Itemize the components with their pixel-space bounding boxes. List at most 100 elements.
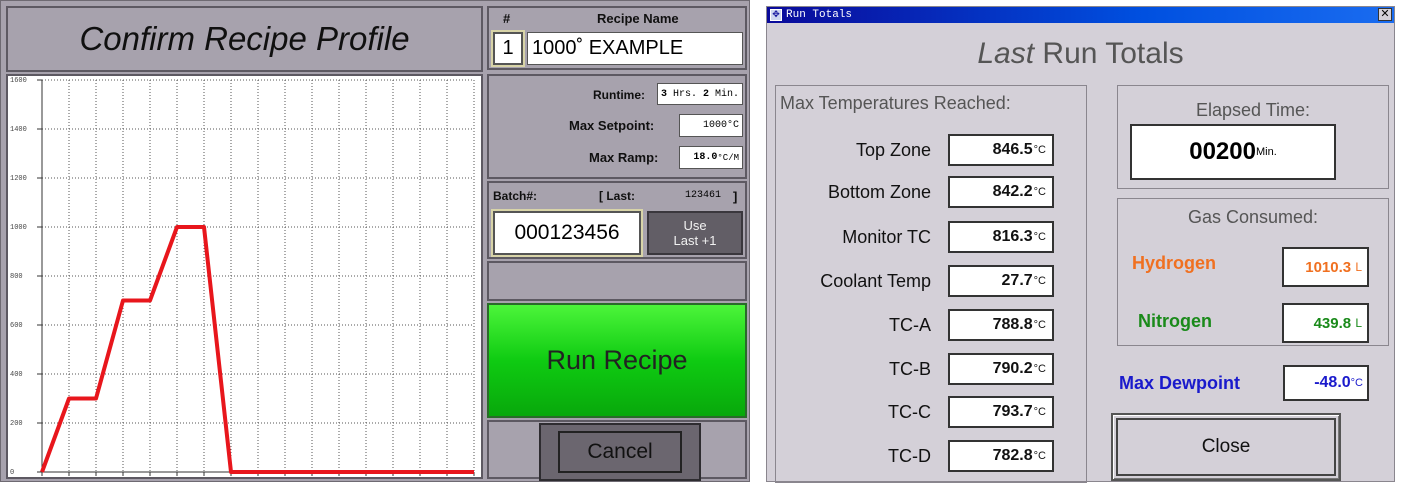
max-ramp-field: 18.0°C/M bbox=[679, 146, 743, 169]
recipe-confirm-panel: Confirm Recipe Profile 02004006008001000… bbox=[0, 0, 750, 482]
elapsed-time-value: 00200 bbox=[1189, 138, 1256, 166]
zone-value: 782.8 bbox=[993, 447, 1033, 465]
y-tick-label: 800 bbox=[10, 273, 23, 281]
runtime-hours: 3 bbox=[661, 89, 667, 100]
zone-value-field: 27.7°C bbox=[948, 265, 1054, 297]
recipe-number-field[interactable]: 1 bbox=[493, 32, 523, 65]
batch-section: Batch#: [ Last: 123461 ] 000123456 Use L… bbox=[487, 181, 747, 259]
runtime-hours-unit: Hrs. bbox=[673, 89, 697, 100]
zone-value: 788.8 bbox=[993, 316, 1033, 334]
runtime-minutes-unit: Min. bbox=[715, 89, 739, 100]
window-title: Run Totals bbox=[786, 9, 852, 21]
dewpoint-unit: °C bbox=[1351, 377, 1363, 389]
gas-consumed-panel: Gas Consumed: Hydrogen 1010.3 L Nitrogen… bbox=[1117, 198, 1389, 346]
gas-consumed-heading: Gas Consumed: bbox=[1118, 207, 1388, 228]
recipe-name-label: Recipe Name bbox=[597, 11, 679, 26]
zone-value: 793.7 bbox=[993, 403, 1033, 421]
recipe-params: Runtime: 3 Hrs. 2 Min. Max Setpoint: 100… bbox=[487, 74, 747, 179]
zone-value-field: 816.3°C bbox=[948, 221, 1054, 253]
y-tick-label: 1400 bbox=[10, 126, 27, 134]
zone-value-field: 782.8°C bbox=[948, 440, 1054, 472]
y-tick-label: 400 bbox=[10, 371, 23, 379]
spacer-panel bbox=[487, 261, 747, 301]
use-last-line1: Use bbox=[683, 218, 706, 233]
zone-value-field: 788.8°C bbox=[948, 309, 1054, 341]
hydrogen-value: 1010.3 bbox=[1305, 259, 1351, 276]
last-label: [ Last: bbox=[599, 189, 635, 203]
zone-value-field: 790.2°C bbox=[948, 353, 1054, 385]
batch-number-field[interactable]: 000123456 bbox=[493, 211, 641, 255]
nitrogen-value: 439.8 bbox=[1314, 315, 1352, 332]
run-totals-heading: Last Run Totals bbox=[767, 37, 1394, 71]
zone-value-field: 842.2°C bbox=[948, 176, 1054, 208]
max-ramp-label: Max Ramp: bbox=[589, 150, 658, 165]
temp-unit: °C bbox=[1034, 319, 1046, 331]
max-dewpoint-field: -48.0°C bbox=[1283, 365, 1369, 401]
zone-label: Coolant Temp bbox=[776, 271, 931, 292]
cancel-button[interactable]: Cancel bbox=[539, 423, 701, 481]
y-tick-label: 0 bbox=[10, 469, 14, 477]
zone-label: Monitor TC bbox=[776, 227, 931, 248]
zone-label: Top Zone bbox=[776, 140, 931, 161]
window-close-icon[interactable]: ✕ bbox=[1378, 8, 1392, 21]
zone-value: 816.3 bbox=[993, 228, 1033, 246]
run-totals-window: ✥ Run Totals ✕ Last Run Totals Max Tempe… bbox=[766, 6, 1395, 482]
gas-unit: L bbox=[1355, 260, 1362, 274]
zone-value-field: 846.5°C bbox=[948, 134, 1054, 166]
run-recipe-button[interactable]: Run Recipe bbox=[487, 303, 747, 418]
zone-label: Bottom Zone bbox=[776, 182, 931, 203]
last-value: 123461 bbox=[685, 190, 721, 201]
max-temperatures-panel: Max Temperatures Reached: Top Zone 846.5… bbox=[775, 85, 1087, 483]
close-button[interactable]: Close bbox=[1111, 413, 1341, 481]
temp-unit: °C bbox=[1034, 406, 1046, 418]
zone-label: TC-B bbox=[776, 359, 931, 380]
temp-unit: °C bbox=[1034, 275, 1046, 287]
max-ramp-unit: °C/M bbox=[717, 153, 739, 163]
hydrogen-label: Hydrogen bbox=[1132, 253, 1216, 274]
y-tick-label: 200 bbox=[10, 420, 23, 428]
runtime-label: Runtime: bbox=[593, 88, 645, 102]
temp-unit: °C bbox=[1034, 144, 1046, 156]
max-setpoint-field: 1000°C bbox=[679, 114, 743, 137]
cancel-button-label: Cancel bbox=[558, 431, 682, 473]
heading-italic-part: Last bbox=[977, 37, 1034, 70]
heading-rest: Run Totals bbox=[1042, 37, 1183, 70]
max-setpoint-label: Max Setpoint: bbox=[569, 118, 654, 133]
page-title: Confirm Recipe Profile bbox=[79, 20, 409, 58]
recipe-header: # Recipe Name 1 1000˚ EXAMPLE bbox=[487, 6, 747, 70]
elapsed-time-panel: Elapsed Time: 00200Min. bbox=[1117, 85, 1389, 189]
max-dewpoint-value: -48.0 bbox=[1314, 374, 1350, 392]
zone-value-field: 793.7°C bbox=[948, 396, 1054, 428]
elapsed-time-heading: Elapsed Time: bbox=[1118, 100, 1388, 121]
max-ramp-value: 18.0 bbox=[693, 152, 717, 163]
recipe-name-field[interactable]: 1000˚ EXAMPLE bbox=[527, 32, 743, 65]
window-titlebar[interactable]: ✥ Run Totals bbox=[767, 7, 1394, 23]
hydrogen-field: 1010.3 L bbox=[1282, 247, 1369, 287]
recipe-number-label: # bbox=[503, 11, 510, 26]
elapsed-time-unit: Min. bbox=[1256, 146, 1277, 158]
recipe-profile-chart: 02004006008001000120014001600 bbox=[6, 74, 483, 479]
zone-label: TC-A bbox=[776, 315, 931, 336]
temp-unit: °C bbox=[1034, 186, 1046, 198]
zone-value: 27.7 bbox=[1002, 272, 1033, 290]
max-temperatures-heading: Max Temperatures Reached: bbox=[780, 93, 1011, 114]
y-tick-label: 1000 bbox=[10, 224, 27, 232]
max-dewpoint-label: Max Dewpoint bbox=[1119, 373, 1240, 394]
temp-unit: °C bbox=[1034, 363, 1046, 375]
zone-value: 846.5 bbox=[993, 141, 1033, 159]
use-last-line2: Last +1 bbox=[673, 233, 716, 248]
window-move-icon: ✥ bbox=[770, 9, 782, 21]
close-button-label: Close bbox=[1116, 418, 1336, 476]
zone-value: 842.2 bbox=[993, 183, 1033, 201]
zone-label: TC-C bbox=[776, 402, 931, 423]
y-tick-label: 1200 bbox=[10, 175, 27, 183]
runtime-field: 3 Hrs. 2 Min. bbox=[657, 83, 743, 105]
temp-unit: °C bbox=[1034, 450, 1046, 462]
nitrogen-field: 439.8 L bbox=[1282, 303, 1369, 343]
gas-unit: L bbox=[1355, 316, 1362, 330]
batch-label: Batch#: bbox=[493, 189, 537, 203]
use-last-plus-one-button[interactable]: Use Last +1 bbox=[647, 211, 743, 255]
title-bar: Confirm Recipe Profile bbox=[6, 6, 483, 72]
last-close-bracket: ] bbox=[733, 189, 737, 204]
runtime-minutes: 2 bbox=[703, 89, 709, 100]
